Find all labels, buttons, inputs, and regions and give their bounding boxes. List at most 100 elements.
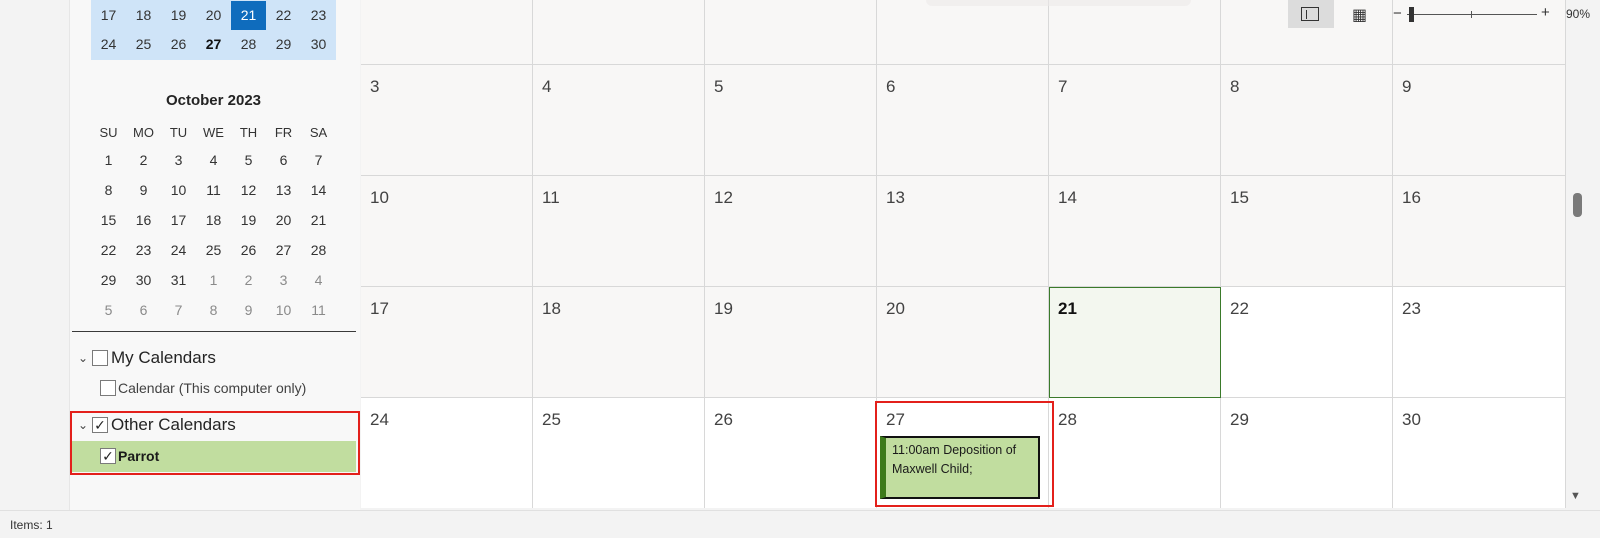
day-cell[interactable]: 4 bbox=[533, 65, 705, 176]
day-cell[interactable]: 7 bbox=[1049, 65, 1221, 176]
mini-day[interactable]: 26 bbox=[161, 30, 196, 59]
day-cell-today[interactable]: 21 bbox=[1049, 287, 1221, 398]
chevron-down-icon[interactable]: ⌄ bbox=[78, 418, 88, 432]
day-cell[interactable]: 11 bbox=[533, 176, 705, 287]
other-calendars-checkbox[interactable]: ✓ bbox=[92, 417, 108, 433]
zoom-level[interactable]: 90% bbox=[1566, 7, 1590, 21]
mini-day-next-month[interactable]: 8 bbox=[196, 295, 231, 325]
my-calendars-label[interactable]: My Calendars bbox=[111, 348, 216, 368]
day-cell[interactable]: 3 bbox=[361, 65, 533, 176]
day-cell[interactable]: 19 bbox=[705, 287, 877, 398]
mini-day[interactable]: 22 bbox=[266, 1, 301, 30]
parrot-label[interactable]: Parrot bbox=[118, 448, 159, 464]
mini-day-selected[interactable]: 21 bbox=[231, 1, 266, 30]
mini-day[interactable]: 20 bbox=[266, 205, 301, 235]
mini-day[interactable]: 29 bbox=[91, 265, 126, 295]
day-cell[interactable]: 26 bbox=[705, 398, 877, 508]
mini-day[interactable]: 23 bbox=[301, 1, 336, 30]
mini-day[interactable]: 8 bbox=[91, 175, 126, 205]
mini-day[interactable]: 24 bbox=[161, 235, 196, 265]
day-cell[interactable]: 10 bbox=[361, 176, 533, 287]
mini-day[interactable]: 15 bbox=[91, 205, 126, 235]
day-cell[interactable] bbox=[705, 0, 877, 65]
reading-view-icon[interactable]: ▦ bbox=[1352, 5, 1367, 25]
mini-day-next-month[interactable]: 7 bbox=[161, 295, 196, 325]
mini-day[interactable]: 19 bbox=[161, 1, 196, 30]
mini-day[interactable]: 29 bbox=[266, 30, 301, 59]
mini-day-today[interactable]: 27 bbox=[196, 30, 231, 59]
mini-day[interactable]: 25 bbox=[126, 30, 161, 59]
day-cell[interactable] bbox=[533, 0, 705, 65]
mini-day[interactable]: 12 bbox=[231, 175, 266, 205]
zoom-in-icon[interactable]: + bbox=[1541, 4, 1550, 21]
mini-calendar-title[interactable]: October 2023 bbox=[91, 92, 336, 109]
mini-day[interactable]: 26 bbox=[231, 235, 266, 265]
mini-day-next-month[interactable]: 5 bbox=[91, 295, 126, 325]
other-calendars-label[interactable]: Other Calendars bbox=[111, 415, 236, 435]
mini-day-next-month[interactable]: 10 bbox=[266, 295, 301, 325]
mini-day[interactable]: 30 bbox=[126, 265, 161, 295]
mini-day-next-month[interactable]: 1 bbox=[196, 265, 231, 295]
mini-day[interactable]: 18 bbox=[126, 1, 161, 30]
day-cell[interactable]: 30 bbox=[1393, 398, 1566, 508]
mini-day[interactable]: 2 bbox=[126, 145, 161, 175]
mini-day[interactable]: 25 bbox=[196, 235, 231, 265]
mini-day[interactable]: 17 bbox=[91, 1, 126, 30]
day-cell[interactable]: 8 bbox=[1221, 65, 1393, 176]
mini-day[interactable]: 4 bbox=[196, 145, 231, 175]
mini-day[interactable]: 16 bbox=[126, 205, 161, 235]
mini-day[interactable]: 3 bbox=[161, 145, 196, 175]
day-cell[interactable]: 13 bbox=[877, 176, 1049, 287]
mini-day-next-month[interactable]: 3 bbox=[266, 265, 301, 295]
mini-day-next-month[interactable]: 2 bbox=[231, 265, 266, 295]
day-cell[interactable]: 6 bbox=[877, 65, 1049, 176]
day-cell[interactable]: 20 bbox=[877, 287, 1049, 398]
day-cell[interactable] bbox=[1049, 0, 1221, 65]
mini-day-next-month[interactable]: 9 bbox=[231, 295, 266, 325]
day-cell[interactable]: 29 bbox=[1221, 398, 1393, 508]
zoom-out-icon[interactable]: − bbox=[1393, 5, 1402, 22]
day-cell[interactable]: 14 bbox=[1049, 176, 1221, 287]
mini-day[interactable]: 19 bbox=[231, 205, 266, 235]
mini-day[interactable]: 21 bbox=[301, 205, 336, 235]
mini-day[interactable]: 1 bbox=[91, 145, 126, 175]
mini-day[interactable]: 24 bbox=[91, 30, 126, 59]
vertical-scrollbar[interactable] bbox=[1566, 0, 1600, 508]
calendar-this-computer-label[interactable]: Calendar (This computer only) bbox=[118, 380, 306, 396]
mini-day[interactable]: 18 bbox=[196, 205, 231, 235]
day-cell[interactable]: 5 bbox=[705, 65, 877, 176]
mini-day[interactable]: 28 bbox=[301, 235, 336, 265]
mini-day-next-month[interactable]: 4 bbox=[301, 265, 336, 295]
mini-day[interactable]: 23 bbox=[126, 235, 161, 265]
zoom-slider-thumb[interactable] bbox=[1409, 7, 1414, 22]
chevron-down-icon[interactable]: ⌄ bbox=[78, 351, 88, 365]
calendar-this-computer-checkbox[interactable] bbox=[100, 380, 116, 396]
mini-day[interactable]: 31 bbox=[161, 265, 196, 295]
day-cell[interactable] bbox=[361, 0, 533, 65]
calendar-event[interactable]: 11:00am Deposition of Maxwell Child; bbox=[880, 436, 1040, 499]
day-cell[interactable]: 17 bbox=[361, 287, 533, 398]
mini-day[interactable]: 28 bbox=[231, 30, 266, 59]
day-cell[interactable]: 9 bbox=[1393, 65, 1566, 176]
day-cell[interactable]: 15 bbox=[1221, 176, 1393, 287]
day-cell[interactable]: 12 bbox=[705, 176, 877, 287]
mini-day-next-month[interactable]: 11 bbox=[301, 295, 336, 325]
mini-day[interactable]: 10 bbox=[161, 175, 196, 205]
mini-day[interactable]: 20 bbox=[196, 1, 231, 30]
mini-day-next-month[interactable]: 6 bbox=[126, 295, 161, 325]
day-cell[interactable]: 22 bbox=[1221, 287, 1393, 398]
mini-day[interactable]: 13 bbox=[266, 175, 301, 205]
scrollbar-thumb[interactable] bbox=[1573, 193, 1582, 217]
mini-day[interactable]: 9 bbox=[126, 175, 161, 205]
day-cell[interactable]: 24 bbox=[361, 398, 533, 508]
my-calendars-checkbox[interactable] bbox=[92, 350, 108, 366]
day-cell[interactable]: 25 bbox=[533, 398, 705, 508]
zoom-slider[interactable] bbox=[1407, 14, 1537, 15]
normal-view-icon[interactable] bbox=[1301, 7, 1319, 21]
mini-day[interactable]: 27 bbox=[266, 235, 301, 265]
mini-day[interactable]: 30 bbox=[301, 30, 336, 59]
mini-day[interactable]: 11 bbox=[196, 175, 231, 205]
mini-day[interactable]: 5 bbox=[231, 145, 266, 175]
mini-day[interactable]: 6 bbox=[266, 145, 301, 175]
mini-day[interactable]: 14 bbox=[301, 175, 336, 205]
